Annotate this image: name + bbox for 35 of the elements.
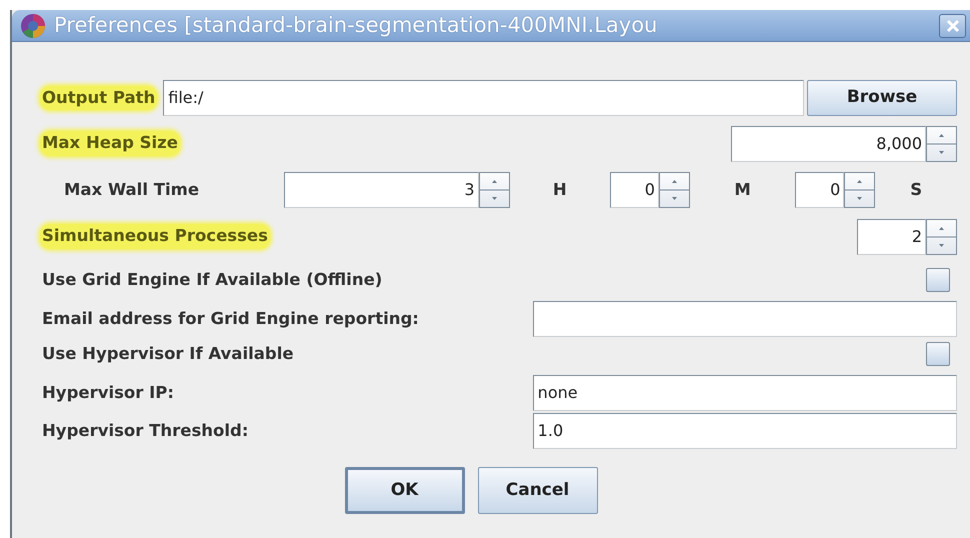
spinner-arrows[interactable] bbox=[844, 172, 876, 208]
number-field[interactable]: 8,000 bbox=[731, 126, 926, 162]
field-label: Output Path bbox=[40, 86, 158, 110]
unit-label: H bbox=[552, 178, 568, 201]
dialog-button[interactable]: OK bbox=[344, 467, 464, 514]
field-label: Max Heap Size bbox=[40, 131, 180, 156]
window-title: Preferences [standard-brain-segmentation-400MNI.Layou bbox=[54, 12, 658, 39]
text-field[interactable] bbox=[532, 301, 957, 337]
unit-label: S bbox=[909, 178, 924, 201]
number-field[interactable]: 2 bbox=[857, 218, 926, 254]
number-field[interactable]: 0 bbox=[610, 172, 659, 208]
spinner-arrows[interactable] bbox=[926, 218, 957, 254]
text-field[interactable]: none bbox=[532, 375, 957, 411]
field-label: Hypervisor IP: bbox=[41, 382, 175, 404]
field-label: Use Hypervisor If Available bbox=[41, 342, 295, 365]
checkbox[interactable] bbox=[926, 268, 950, 292]
number-field[interactable]: 0 bbox=[795, 172, 844, 208]
browse-button[interactable]: Browse bbox=[807, 80, 957, 116]
spinner-arrows[interactable] bbox=[926, 126, 957, 162]
unit-label: M bbox=[733, 178, 752, 201]
close-icon bbox=[946, 18, 960, 32]
text-field[interactable]: 1.0 bbox=[532, 413, 957, 449]
number-field[interactable]: 3 bbox=[284, 172, 479, 208]
close-button[interactable] bbox=[939, 14, 966, 38]
spinner-arrows[interactable] bbox=[658, 172, 690, 208]
field-label: Email address for Grid Engine reporting: bbox=[41, 308, 420, 330]
field-label: Simultaneous Processes bbox=[40, 224, 270, 249]
field-label: Max Wall Time bbox=[63, 178, 200, 201]
path-field[interactable]: file:/ bbox=[163, 80, 804, 116]
spinner-arrows[interactable] bbox=[478, 172, 510, 208]
app-logo-icon bbox=[20, 12, 46, 38]
checkbox[interactable] bbox=[926, 342, 950, 366]
field-label: Use Grid Engine If Available (Offline) bbox=[41, 268, 384, 291]
dialog-button[interactable]: Cancel bbox=[478, 467, 598, 514]
field-label: Hypervisor Threshold: bbox=[41, 420, 250, 442]
